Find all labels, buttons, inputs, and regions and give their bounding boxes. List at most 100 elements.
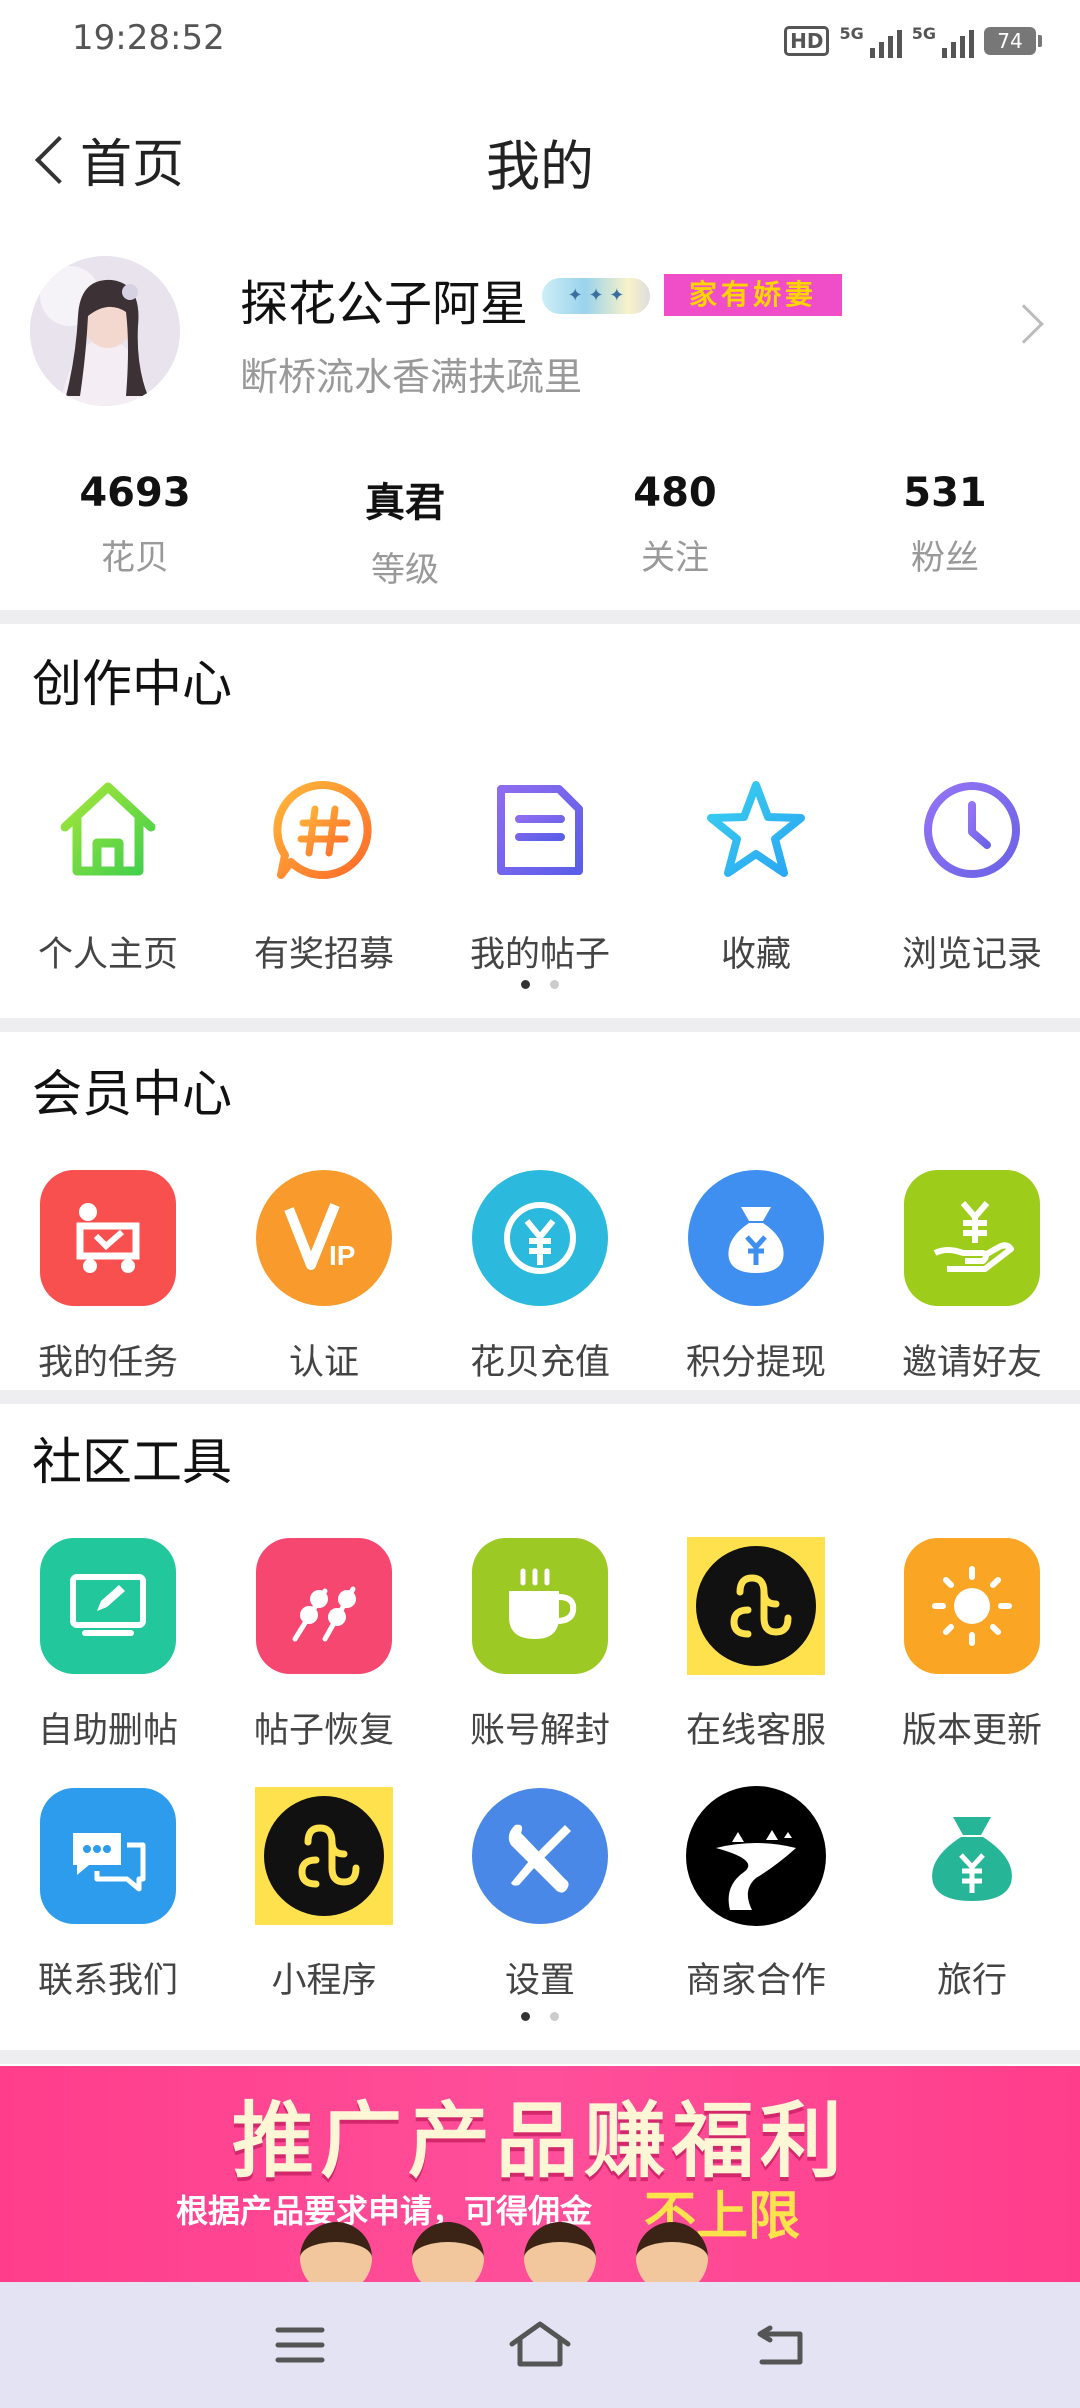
sim1-label: 5G xyxy=(839,24,864,43)
grid-item-label: 账号解封 xyxy=(469,1711,610,1751)
star-icon xyxy=(686,760,826,900)
stat-huabei[interactable]: 4693 花贝 xyxy=(0,470,270,590)
document-icon xyxy=(470,760,610,900)
stat-label: 关注 xyxy=(641,538,709,578)
skewer-icon-wrap xyxy=(254,1536,394,1676)
chat-icon xyxy=(40,1788,176,1924)
grid-item-label: 版本更新 xyxy=(901,1711,1042,1751)
stat-value: 真君 xyxy=(365,480,445,526)
stat-fans[interactable]: 531 粉丝 xyxy=(810,470,1080,590)
stats-row: 4693 花贝 真君 等级 480 关注 531 粉丝 xyxy=(0,470,1080,590)
title-badge: 家有娇妻 xyxy=(664,274,842,316)
yuan-bag-icon xyxy=(902,1786,1042,1926)
page-indicator xyxy=(0,2012,1080,2021)
nav-bar: 首页 我的 xyxy=(0,112,1080,202)
grid-item-online-service[interactable]: 在线客服 xyxy=(648,1536,864,1753)
signal-icon: 5G xyxy=(839,24,902,58)
stat-value: 480 xyxy=(633,470,717,516)
tools-grid-row1: 自助删帖 帖子恢复 账号解封 在线客服 版本更新 xyxy=(0,1536,1080,1753)
section-title-tools: 社区工具 xyxy=(32,1433,232,1491)
grid-item-recharge[interactable]: 花贝充值 xyxy=(432,1168,648,1385)
grid-item-restore-post[interactable]: 帖子恢复 xyxy=(216,1536,432,1753)
divider xyxy=(0,1390,1080,1404)
grid-item-label: 在线客服 xyxy=(685,1711,826,1751)
money-bag-icon-wrap xyxy=(686,1168,826,1308)
grid-item-update[interactable]: 版本更新 xyxy=(864,1536,1080,1753)
recharge-icon-wrap xyxy=(470,1168,610,1308)
grid-item-history[interactable]: 浏览记录 xyxy=(864,760,1080,977)
vip-icon-wrap: IP xyxy=(254,1168,394,1308)
status-icons: HD 5G 5G 74 xyxy=(784,24,1042,58)
road-icon xyxy=(686,1786,826,1926)
signature: 断桥流水香满扶疏里 xyxy=(240,355,583,399)
grid-item-label: 商家合作 xyxy=(685,1961,826,2001)
hd-icon: HD xyxy=(784,26,830,56)
grid-item-contact[interactable]: 联系我们 xyxy=(0,1786,216,2003)
stat-level[interactable]: 真君 等级 xyxy=(270,470,540,590)
grid-item-label: 小程序 xyxy=(271,1961,377,2001)
grid-item-travel[interactable]: 旅行 xyxy=(864,1786,1080,2003)
grid-item-delete-post[interactable]: 自助删帖 xyxy=(0,1536,216,1753)
monitor-edit-icon xyxy=(40,1538,176,1674)
yuan-recharge-icon xyxy=(472,1170,608,1306)
stat-value: 531 xyxy=(903,470,987,516)
grid-item-mini-program[interactable]: 小程序 xyxy=(216,1786,432,2003)
mini-program-icon-wrap-2 xyxy=(254,1786,394,1926)
settings-icon-wrap xyxy=(470,1786,610,1926)
grid-item-settings[interactable]: 设置 xyxy=(432,1786,648,2003)
grid-item-label: 自助删帖 xyxy=(37,1711,178,1751)
back-icon[interactable] xyxy=(752,2320,812,2370)
grid-item-label: 收藏 xyxy=(720,935,791,975)
profile-card[interactable]: 探花公子阿星 ✦ ✦ ✦ 家有娇妻 断桥流水香满扶疏里 xyxy=(0,250,1080,410)
grid-item-business[interactable]: 商家合作 xyxy=(648,1786,864,2003)
grid-item-favorites[interactable]: 收藏 xyxy=(648,760,864,977)
grid-item-label: 认证 xyxy=(288,1343,359,1383)
signal-icon-2: 5G xyxy=(912,24,974,58)
grid-item-invite[interactable]: 邀请好友 xyxy=(864,1168,1080,1385)
road-icon-wrap xyxy=(686,1786,826,1926)
grid-item-homepage[interactable]: 个人主页 xyxy=(0,760,216,977)
medal-badge: ✦ ✦ ✦ xyxy=(542,278,650,314)
banner-illustration xyxy=(300,2222,708,2282)
divider xyxy=(0,610,1080,624)
chat-icon-wrap xyxy=(38,1786,178,1926)
grid-item-recruit[interactable]: 有奖招募 xyxy=(216,760,432,977)
member-grid: 我的任务 IP 认证 花贝充值 积分提现 邀请好友 xyxy=(0,1168,1080,1385)
grid-item-my-posts[interactable]: 我的帖子 xyxy=(432,760,648,977)
page-indicator xyxy=(0,980,1080,989)
grid-item-label: 联系我们 xyxy=(37,1961,178,2001)
menu-icon[interactable] xyxy=(270,2320,330,2370)
grid-item-label: 我的帖子 xyxy=(469,935,610,975)
battery-icon: 74 xyxy=(984,27,1042,55)
monitor-edit-icon-wrap xyxy=(38,1536,178,1676)
wrench-screwdriver-icon xyxy=(472,1788,608,1924)
svg-text:IP: IP xyxy=(329,1240,355,1271)
clock-icon xyxy=(902,760,1042,900)
stat-label: 粉丝 xyxy=(911,538,979,578)
stat-following[interactable]: 480 关注 xyxy=(540,470,810,590)
invite-money-icon xyxy=(904,1170,1040,1306)
task-icon xyxy=(40,1170,176,1306)
task-icon-wrap xyxy=(38,1168,178,1308)
mini-program-icon-wrap xyxy=(686,1536,826,1676)
sun-icon xyxy=(904,1538,1040,1674)
grid-item-verify[interactable]: IP 认证 xyxy=(216,1168,432,1385)
avatar[interactable] xyxy=(30,256,180,406)
promo-banner[interactable]: 推广产品赚福利 根据产品要求申请，可得佣金 不上限 xyxy=(0,2066,1080,2282)
grid-item-withdraw[interactable]: 积分提现 xyxy=(648,1168,864,1385)
coffee-icon-wrap xyxy=(470,1536,610,1676)
nickname: 探花公子阿星 xyxy=(240,276,529,332)
grid-item-label: 旅行 xyxy=(936,1961,1007,2001)
money-bag-icon xyxy=(688,1170,824,1306)
home-outline-icon[interactable] xyxy=(508,2320,571,2370)
creation-grid: 个人主页 有奖招募 我的帖子 收藏 浏览记录 xyxy=(0,760,1080,977)
section-title-creation: 创作中心 xyxy=(32,655,232,713)
grid-item-label: 个人主页 xyxy=(37,935,178,975)
banner-title: 推广产品赚福利 xyxy=(231,2094,848,2189)
grid-item-my-tasks[interactable]: 我的任务 xyxy=(0,1168,216,1385)
grid-item-label: 我的任务 xyxy=(37,1343,178,1383)
grid-item-label: 帖子恢复 xyxy=(253,1711,394,1751)
divider xyxy=(0,1018,1080,1032)
skewer-icon xyxy=(256,1538,392,1674)
grid-item-unblock[interactable]: 账号解封 xyxy=(432,1536,648,1753)
